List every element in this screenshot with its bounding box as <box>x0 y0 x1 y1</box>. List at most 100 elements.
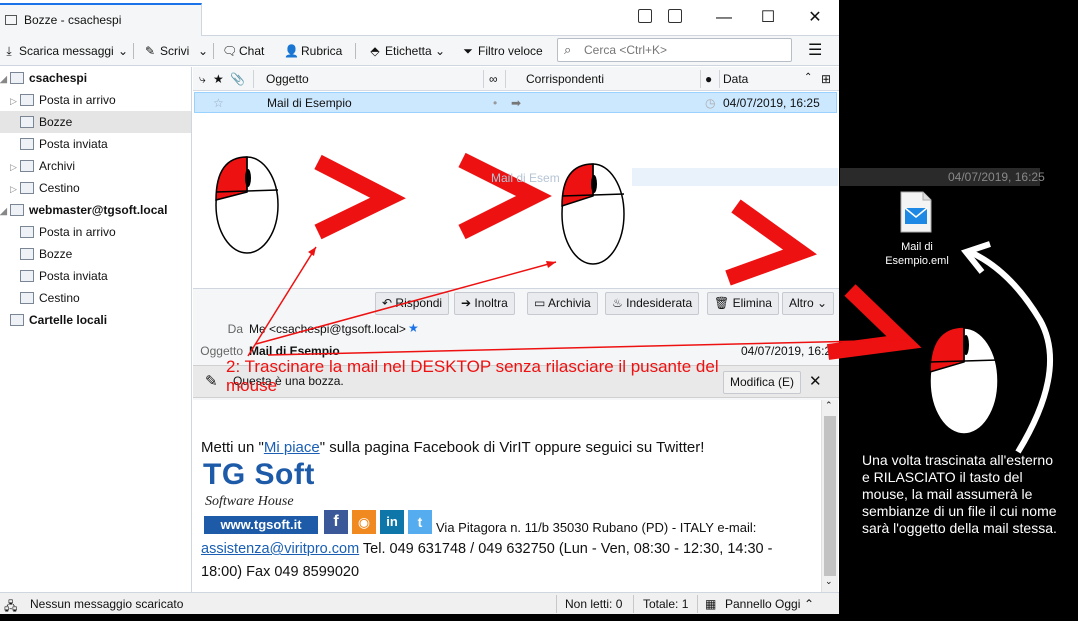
linkedin-icon[interactable]: in <box>380 510 404 534</box>
folder-local[interactable]: Cartelle locali <box>0 309 191 331</box>
phones-text: Tel. 049 631748 / 049 632750 (Lun - Ven,… <box>359 541 773 557</box>
tag-button[interactable]: ⬘ Etichetta ⌄ <box>368 41 445 61</box>
calendar-icon[interactable] <box>638 9 652 23</box>
archive-icon: ▭ <box>534 296 546 310</box>
quick-filter-button[interactable]: ⏷ Filtro veloce <box>461 41 543 61</box>
write-button[interactable]: ✎ Scrivi <box>143 41 189 61</box>
forward-icon: ➔ <box>461 296 472 310</box>
archive-button[interactable]: ▭ Archivia <box>527 292 598 315</box>
folder-account-webmaster[interactable]: ◢ webmaster@tgsoft.local <box>0 199 191 221</box>
rss-icon[interactable]: ◉ <box>352 510 376 534</box>
reply-button[interactable]: ↶ Rispondi <box>375 292 450 315</box>
col-subject[interactable]: Oggetto <box>266 72 309 86</box>
search-input[interactable]: ⌕ Cerca <Ctrl+K> <box>557 38 792 62</box>
folder-inbox[interactable]: ▷ Posta in arrivo <box>0 89 191 111</box>
junk-column-icon[interactable]: ● <box>705 72 712 86</box>
subject-value: Mail di Esempio <box>249 344 340 358</box>
address-book-label: Rubrica <box>301 44 343 58</box>
scroll-down-icon[interactable]: ⌄ <box>825 576 833 587</box>
trash-icon: 🗑 <box>714 296 730 310</box>
white-curved-arrow <box>968 249 1053 454</box>
scroll-thumb[interactable] <box>824 416 836 576</box>
body-scrollbar[interactable]: ⌃ ⌄ <box>821 400 838 592</box>
get-messages-button[interactable]: ⤓ Scarica messaggi <box>2 41 114 61</box>
minimize-button[interactable]: — <box>704 6 744 30</box>
facebook-icon[interactable]: f <box>324 510 348 534</box>
close-button[interactable]: ✕ <box>795 6 835 30</box>
get-messages-dropdown[interactable]: ⌄ <box>118 41 128 61</box>
folder-drafts-2[interactable]: Bozze <box>0 243 191 265</box>
col-date[interactable]: Data <box>723 72 748 86</box>
tasks-icon[interactable] <box>668 9 682 23</box>
from-value[interactable]: Me <csachespi@tgsoft.local> <box>249 322 406 336</box>
reply-label: Rispondi <box>395 296 443 310</box>
message-subject: Mail di Esempio <box>267 96 352 110</box>
more-button[interactable]: Altro ⌄ <box>782 292 835 315</box>
body-text: Metti un " <box>201 439 264 456</box>
thunderbird-window: Bozze - csachespi — ☐ ✕ ⤓ Scarica messagg… <box>0 0 839 614</box>
folder-label: Archivi <box>39 159 76 173</box>
folder-sent[interactable]: Posta inviata <box>0 133 191 155</box>
close-notification-icon[interactable]: ✕ <box>809 372 822 390</box>
folder-trash-2[interactable]: Cestino <box>0 287 191 309</box>
twisty-icon: ▷ <box>10 162 17 172</box>
message-row[interactable]: ☆ Mail di Esempio • ➡ ◷ 04/07/2019, 16:2… <box>194 92 837 113</box>
today-pane-toggle[interactable]: Pannello Oggi <box>725 597 800 611</box>
star-column-icon[interactable]: ★ <box>213 72 224 86</box>
contacts-icon: 👤 <box>284 44 299 58</box>
thread-toggle-icon[interactable]: ∞ <box>489 72 498 86</box>
forward-button[interactable]: ➔ Inoltra <box>454 292 515 315</box>
col-correspondents[interactable]: Corrispondenti <box>526 72 604 86</box>
eml-file-icon <box>900 191 932 233</box>
delete-button[interactable]: 🗑 Elimina <box>707 292 779 315</box>
tab-bozze[interactable]: Bozze - csachespi <box>0 3 202 36</box>
message-body: Metti un "Mi piace" sulla pagina Faceboo… <box>193 400 821 592</box>
quick-filter-label: Filtro veloce <box>478 44 543 58</box>
app-menu-button[interactable]: ☰ <box>808 41 822 61</box>
inbox-icon <box>20 226 34 238</box>
fax-line: 18:00) Fax 049 8599020 <box>201 564 360 580</box>
folder-label: Posta inviata <box>39 137 108 151</box>
folder-label: Cartelle locali <box>29 313 108 327</box>
status-bar: 🖧 Nessun messaggio scaricato Non letti: … <box>0 592 839 614</box>
support-email-link[interactable]: assistenza@viritpro.com <box>201 541 359 557</box>
pencil-icon: ✎ <box>144 44 156 58</box>
attachment-column-icon[interactable]: 📎 <box>230 72 245 86</box>
logo-tgsoft: TG Soft <box>203 458 315 491</box>
logo-url-banner[interactable]: www.tgsoft.it <box>204 516 318 534</box>
thread-column-icon[interactable]: ⤷ <box>199 72 206 87</box>
twitter-icon[interactable]: t <box>408 510 432 534</box>
folder-sent-2[interactable]: Posta inviata <box>0 265 191 287</box>
write-dropdown[interactable]: ⌄ <box>198 41 208 61</box>
folder-pane: ◢ csachespi ▷ Posta in arrivo Bozze Posta … <box>0 67 192 592</box>
unread-count: Non letti: 0 <box>565 597 623 611</box>
star-icon[interactable]: ☆ <box>213 96 224 110</box>
folder-trash[interactable]: ▷ Cestino <box>0 177 191 199</box>
folder-drafts[interactable]: Bozze <box>0 111 191 133</box>
mouse-illustration-3 <box>929 326 999 435</box>
junk-button[interactable]: ♨ Indesiderata <box>605 292 700 315</box>
total-count: Totale: 1 <box>643 597 689 611</box>
chevron-up-icon[interactable]: ⌃ <box>804 597 814 611</box>
desktop-file-label[interactable]: Mail di Esempio.eml <box>872 240 962 268</box>
maximize-button[interactable]: ☐ <box>748 6 788 30</box>
pencil-icon: ✎ <box>205 373 218 390</box>
folder-account-csachespi[interactable]: ◢ csachespi <box>0 67 191 89</box>
chevron-down-icon: ⌄ <box>198 44 209 58</box>
contact-star-icon[interactable]: ★ <box>408 321 419 335</box>
chat-button[interactable]: 🗨 Chat <box>222 41 264 61</box>
folder-label: Bozze <box>39 247 73 261</box>
chevron-down-icon: ⌄ <box>435 44 446 58</box>
scroll-up-icon[interactable]: ⌃ <box>825 400 833 411</box>
inbox-icon <box>20 94 34 106</box>
like-link[interactable]: Mi piace <box>264 439 320 456</box>
filter-icon: ⏷ <box>463 44 473 58</box>
account-icon <box>10 204 24 216</box>
title-bar: Bozze - csachespi — ☐ ✕ <box>0 0 839 36</box>
folder-label: csachespi <box>29 71 88 85</box>
address-book-button[interactable]: 👤 Rubrica <box>284 41 342 61</box>
folder-inbox-2[interactable]: Posta in arrivo <box>0 221 191 243</box>
folder-archives[interactable]: ▷ Archivi <box>0 155 191 177</box>
get-messages-label: Scarica messaggi <box>19 44 114 58</box>
column-picker-icon[interactable]: ⊞ <box>821 72 831 86</box>
